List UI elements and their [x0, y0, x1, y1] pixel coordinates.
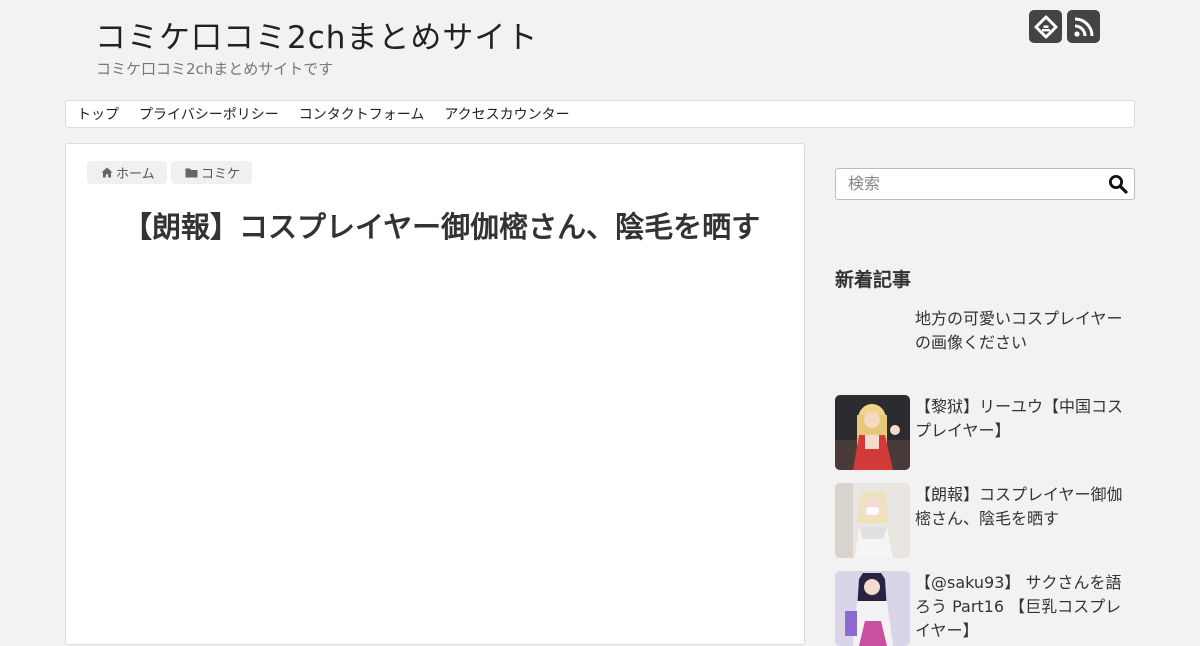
post-thumbnail[interactable]: [835, 571, 910, 646]
recent-post-link[interactable]: 地方の可愛いコスプレイヤーの画像ください: [915, 307, 1135, 355]
breadcrumb-category[interactable]: コミケ: [171, 161, 253, 184]
recent-post-link[interactable]: 【@saku93】 サクさんを語ろう Part16 【巨乳コスプレイヤー】: [915, 571, 1135, 643]
site-title[interactable]: コミケ口コミ2chまとめサイト: [95, 12, 538, 57]
nav-item-privacy-policy[interactable]: プライバシーポリシー: [139, 104, 279, 124]
main-content: ホーム コミケ 【朗報】コスプレイヤー御伽樒さん、陰毛を晒す: [65, 143, 805, 645]
article-title: 【朗報】コスプレイヤー御伽樒さん、陰毛を晒す: [123, 210, 761, 244]
feedly-button[interactable]: [1029, 10, 1062, 43]
recent-post-link[interactable]: 【朗報】コスプレイヤー御伽樒さん、陰毛を晒す: [915, 483, 1135, 531]
rss-icon: [1073, 17, 1093, 37]
home-icon: [101, 167, 113, 178]
post-thumbnail[interactable]: [835, 483, 910, 558]
search-input[interactable]: [836, 169, 1098, 197]
recent-posts-heading: 新着記事: [835, 269, 912, 291]
nav-item-contact-form[interactable]: コンタクトフォーム: [299, 104, 425, 124]
breadcrumb-home[interactable]: ホーム: [87, 161, 167, 184]
nav-item-access-counter[interactable]: アクセスカウンター: [444, 104, 569, 124]
rss-button[interactable]: [1067, 10, 1100, 43]
breadcrumb-category-label: コミケ: [201, 167, 241, 182]
nav-item-top[interactable]: トップ: [77, 104, 119, 124]
recent-post-link[interactable]: 【黎狱】リーユウ【中国コスプレイヤー】: [915, 395, 1135, 443]
feedly-icon: [1034, 15, 1057, 38]
folder-icon: [185, 168, 198, 178]
post-thumbnail[interactable]: [835, 395, 910, 470]
search-icon[interactable]: [1108, 174, 1128, 194]
global-nav: トップ プライバシーポリシー コンタクトフォーム アクセスカウンター: [65, 100, 1135, 128]
site-description: コミケ口コミ2chまとめサイトです: [96, 60, 334, 78]
search-box: [835, 168, 1135, 200]
breadcrumb-home-label: ホーム: [116, 167, 155, 182]
